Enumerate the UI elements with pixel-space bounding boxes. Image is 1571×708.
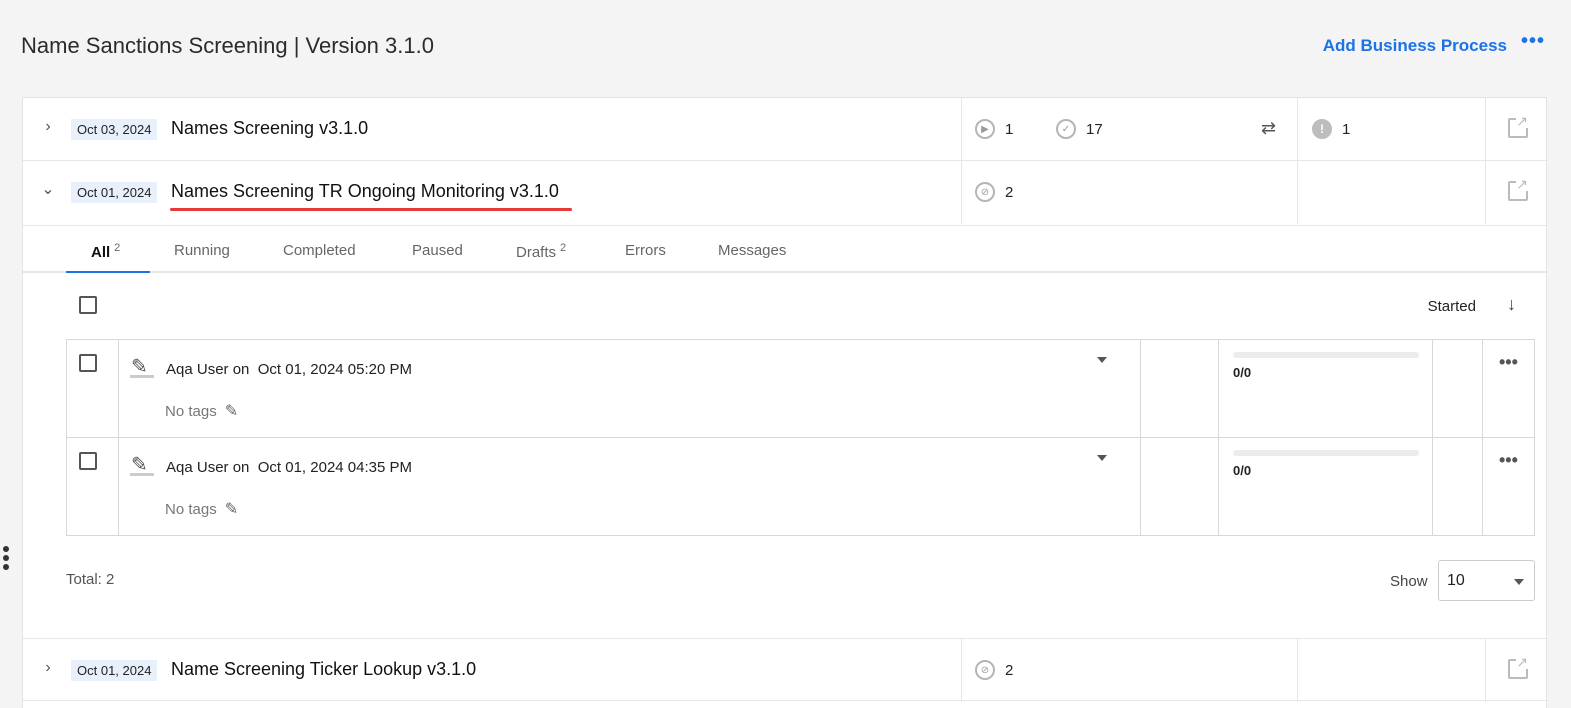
open-external-icon[interactable] xyxy=(1508,655,1529,679)
draft-icon: ⊘ xyxy=(975,660,995,680)
progress-bar xyxy=(1233,352,1419,358)
running-count: 1 xyxy=(1005,120,1014,138)
instance-row[interactable]: ✎ Aqa User on Oct 01, 2024 05:20 PM No t… xyxy=(66,339,1535,438)
tab-errors[interactable]: Errors xyxy=(625,242,666,259)
open-external-icon[interactable] xyxy=(1508,177,1529,201)
chevron-down-icon xyxy=(1514,579,1524,585)
active-tab-indicator xyxy=(66,271,150,273)
chevron-right-icon[interactable]: › xyxy=(39,659,57,677)
date-badge: Oct 03, 2024 xyxy=(71,119,158,140)
process-name[interactable]: Name Screening Ticker Lookup v3.1.0 xyxy=(171,659,476,680)
more-options-icon[interactable]: ••• xyxy=(1521,30,1545,53)
dropdown-caret-icon[interactable] xyxy=(1097,357,1107,363)
instance-tags: No tags ✎ xyxy=(165,499,239,519)
row-checkbox[interactable] xyxy=(79,354,97,372)
instance-author: Aqa User on Oct 01, 2024 04:35 PM xyxy=(166,459,412,476)
open-external-icon[interactable] xyxy=(1508,114,1529,138)
instance-tabs: All 2 Running Completed Paused Drafts 2 Er… xyxy=(23,225,1548,273)
progress-text: 0/0 xyxy=(1233,365,1252,380)
row-checkbox[interactable] xyxy=(79,452,97,470)
instance-row[interactable]: ✎ Aqa User on Oct 01, 2024 04:35 PM No t… xyxy=(66,437,1535,536)
running-stat: ▶ 1 xyxy=(975,119,1013,139)
error-stat: ! 1 xyxy=(1312,119,1350,139)
add-business-process-link[interactable]: Add Business Process xyxy=(1323,36,1507,56)
select-all-checkbox[interactable] xyxy=(79,296,97,314)
progress-text: 0/0 xyxy=(1233,463,1252,478)
tab-messages[interactable]: Messages xyxy=(718,242,786,259)
check-icon: ✓ xyxy=(1056,119,1076,139)
draft-icon: ⊘ xyxy=(975,182,995,202)
tab-all[interactable]: All 2 xyxy=(91,242,120,261)
side-panel-handle-icon[interactable] xyxy=(3,546,11,572)
drafts-stat: ⊘ 2 xyxy=(975,660,1013,680)
row-more-icon[interactable]: ••• xyxy=(1499,450,1518,471)
instance-author: Aqa User on Oct 01, 2024 05:20 PM xyxy=(166,361,412,378)
edit-tags-icon[interactable]: ✎ xyxy=(225,401,238,421)
page-title: Name Sanctions Screening | Version 3.1.0 xyxy=(21,33,434,58)
drafts-count: 2 xyxy=(1005,183,1014,201)
total-count: Total: 2 xyxy=(66,571,115,588)
progress-bar xyxy=(1233,450,1419,456)
tab-completed[interactable]: Completed xyxy=(283,242,356,259)
dropdown-caret-icon[interactable] xyxy=(1097,455,1107,461)
completed-stat: ✓ 17 xyxy=(1056,119,1103,139)
show-label: Show xyxy=(1390,573,1428,590)
tab-drafts[interactable]: Drafts 2 xyxy=(516,242,566,261)
sort-arrow-icon[interactable]: ↓ xyxy=(1507,294,1516,315)
drafts-count: 2 xyxy=(1005,661,1014,679)
swap-icon[interactable]: ⇄ xyxy=(1261,118,1283,138)
page-size-select[interactable]: 10 xyxy=(1438,560,1535,601)
chevron-down-icon[interactable]: ⌄ xyxy=(39,181,57,199)
chevron-right-icon[interactable]: › xyxy=(39,118,57,136)
sort-label[interactable]: Started xyxy=(1428,298,1476,315)
instance-tags: No tags ✎ xyxy=(165,401,239,421)
process-row[interactable]: › Oct 03, 2024 Names Screening v3.1.0 ▶ … xyxy=(23,98,1548,161)
completed-count: 17 xyxy=(1086,120,1103,138)
exclamation-icon: ! xyxy=(1312,119,1332,139)
tab-paused[interactable]: Paused xyxy=(412,242,463,259)
process-row[interactable]: ⌄ Oct 01, 2024 Names Screening TR Ongoin… xyxy=(23,161,1548,224)
row-more-icon[interactable]: ••• xyxy=(1499,352,1518,373)
process-row[interactable]: › Oct 01, 2024 Name Screening Ticker Loo… xyxy=(23,638,1548,702)
error-count: 1 xyxy=(1342,120,1351,138)
date-badge: Oct 01, 2024 xyxy=(71,660,158,681)
edit-tags-icon[interactable]: ✎ xyxy=(225,499,238,519)
drafts-stat: ⊘ 2 xyxy=(975,182,1013,202)
play-icon: ▶ xyxy=(975,119,995,139)
process-panel: › Oct 03, 2024 Names Screening v3.1.0 ▶ … xyxy=(22,97,1548,708)
process-name[interactable]: Names Screening TR Ongoing Monitoring v3… xyxy=(171,181,559,202)
highlight-underline xyxy=(170,208,572,211)
date-badge: Oct 01, 2024 xyxy=(71,182,158,203)
tab-running[interactable]: Running xyxy=(174,242,230,259)
process-name[interactable]: Names Screening v3.1.0 xyxy=(171,118,368,139)
